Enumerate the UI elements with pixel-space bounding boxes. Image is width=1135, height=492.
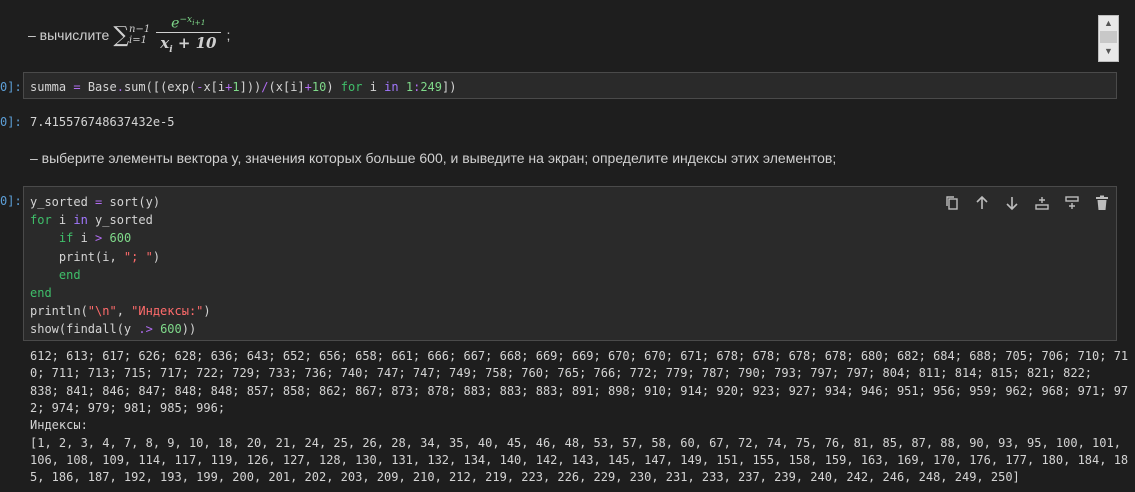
fraction-denominator: xi + 10 bbox=[156, 31, 221, 55]
markdown-formula: – вычислите ∑ n−1 i=1 e−xi+1 xi + 10 ; bbox=[28, 14, 230, 56]
code-token: summa bbox=[30, 80, 74, 94]
code-token: 1 bbox=[405, 80, 414, 94]
markdown-prefix: – вычислите bbox=[28, 27, 110, 43]
code-token: y_sorted bbox=[87, 213, 153, 228]
cell2-code[interactable]: y_sorted = sort(y) for i in y_sorted if i… bbox=[24, 193, 1116, 339]
arrow-down-icon[interactable] bbox=[1002, 193, 1022, 213]
code-token: . bbox=[116, 80, 124, 94]
code-token: if bbox=[58, 231, 74, 246]
cell1-prompt: 0]: bbox=[0, 80, 22, 94]
cell1-code[interactable]: summa = Base.sum([(exp(-x[i+1]))/(x[i]+1… bbox=[24, 78, 1116, 96]
cell1-output-prompt: 0]: bbox=[0, 115, 22, 129]
scrollbar[interactable]: ▲ ▼ bbox=[1098, 15, 1119, 62]
sum-upper: n−1 bbox=[129, 24, 151, 35]
sum-lower: i=1 bbox=[129, 35, 147, 46]
sum-limits: n−1 i=1 bbox=[129, 24, 150, 46]
scroll-up-icon[interactable]: ▲ bbox=[1099, 16, 1118, 30]
cell1-line[interactable]: summa = Base.sum([(exp(-x[i+1]))/(x[i]+1… bbox=[24, 78, 1116, 96]
code-token: sort(y) bbox=[102, 195, 161, 209]
code-token: end bbox=[58, 267, 81, 282]
code-cell-2[interactable]: y_sorted = sort(y) for i in y_sorted if i… bbox=[23, 186, 1117, 341]
fraction-numerator: e−xi+1 bbox=[171, 15, 206, 32]
code-token: print(i, bbox=[30, 249, 124, 264]
code-token: i bbox=[51, 213, 74, 228]
code-token: 600 bbox=[109, 231, 132, 246]
code-token: for bbox=[340, 80, 363, 94]
code-token: (x[i] bbox=[268, 80, 305, 94]
cell2-line[interactable]: for i in y_sorted bbox=[24, 211, 1116, 229]
code-token: show(findall(y bbox=[30, 322, 139, 337]
insert-below-icon[interactable] bbox=[1032, 193, 1052, 213]
fraction: e−xi+1 xi + 10 bbox=[156, 15, 221, 55]
code-token: + bbox=[304, 80, 312, 94]
code-token: "; " bbox=[123, 249, 153, 264]
cell2-line[interactable]: if i > 600 bbox=[24, 229, 1116, 247]
cell-toolbar bbox=[942, 193, 1112, 213]
cell1-output: 7.415576748637432e-5 bbox=[30, 115, 175, 129]
cell2-line[interactable]: print(i, "; ") bbox=[24, 248, 1116, 266]
code-token: end bbox=[30, 286, 52, 301]
output-line: [1, 2, 3, 4, 7, 8, 9, 10, 18, 20, 21, 24… bbox=[30, 435, 1121, 450]
output-line: 2; 974; 979; 981; 985; 996; bbox=[30, 400, 226, 415]
output-line: 5, 186, 187, 192, 193, 199, 200, 201, 20… bbox=[30, 470, 1020, 485]
cell2-prompt: 0]: bbox=[0, 194, 22, 208]
code-token: Base bbox=[80, 80, 117, 94]
code-token: ) bbox=[152, 249, 161, 264]
code-token: i bbox=[73, 231, 96, 246]
code-token: 600 bbox=[160, 322, 182, 337]
output-line: 838; 841; 846; 847; 848; 848; 857; 858; … bbox=[30, 383, 1129, 398]
code-token: i bbox=[362, 80, 385, 94]
code-cell-1[interactable]: summa = Base.sum([(exp(-x[i+1]))/(x[i]+1… bbox=[23, 72, 1117, 99]
output-line: 106, 108, 109, 114, 117, 119, 126, 127, … bbox=[30, 452, 1129, 467]
copy-icon[interactable] bbox=[942, 193, 962, 213]
code-token: )) bbox=[181, 322, 197, 337]
code-token: in bbox=[384, 80, 399, 94]
code-token: = bbox=[73, 80, 81, 94]
code-token: / bbox=[261, 80, 269, 94]
code-token: ) bbox=[203, 304, 211, 319]
split-cell-icon[interactable] bbox=[1062, 193, 1082, 213]
arrow-up-icon[interactable] bbox=[972, 193, 992, 213]
code-token: x[i bbox=[203, 80, 226, 94]
cell2-line[interactable]: end bbox=[24, 284, 1116, 302]
cell2-line[interactable]: println("\n", "Индексы:") bbox=[24, 302, 1116, 320]
code-token: 249 bbox=[420, 80, 442, 94]
markdown-task-text: – выберите элементы вектора y, значения … bbox=[30, 150, 837, 166]
scrollbar-thumb[interactable] bbox=[1100, 31, 1117, 43]
output-line: 0; 711; 713; 715; 717; 722; 729; 733; 73… bbox=[30, 366, 1093, 381]
scroll-down-icon[interactable]: ▼ bbox=[1099, 44, 1118, 58]
output-line: 612; 613; 617; 626; 628; 636; 643; 652; … bbox=[30, 349, 1129, 363]
cell2-line[interactable]: end bbox=[24, 266, 1116, 284]
code-token: ])) bbox=[239, 80, 262, 94]
trash-icon[interactable] bbox=[1092, 193, 1112, 213]
code-token: ) bbox=[326, 80, 341, 94]
code-token: println( bbox=[30, 304, 88, 319]
code-token: 10 bbox=[311, 80, 327, 94]
code-token: ]) bbox=[442, 80, 457, 94]
code-token: sum([(exp( bbox=[123, 80, 197, 94]
code-token: .> bbox=[138, 322, 153, 337]
code-token: y_sorted bbox=[30, 195, 96, 209]
code-token: for bbox=[30, 213, 52, 228]
markdown-suffix: ; bbox=[226, 27, 231, 43]
code-token: , bbox=[116, 304, 132, 319]
code-token: 1 bbox=[232, 80, 240, 94]
cell2-line[interactable]: show(findall(y .> 600)) bbox=[24, 320, 1116, 338]
code-token: in bbox=[73, 213, 88, 228]
code-token: "\n" bbox=[87, 304, 117, 319]
output-line: Индексы: bbox=[30, 418, 88, 433]
code-token: "Индексы:" bbox=[131, 304, 204, 319]
sigma-symbol: ∑ bbox=[113, 22, 130, 48]
